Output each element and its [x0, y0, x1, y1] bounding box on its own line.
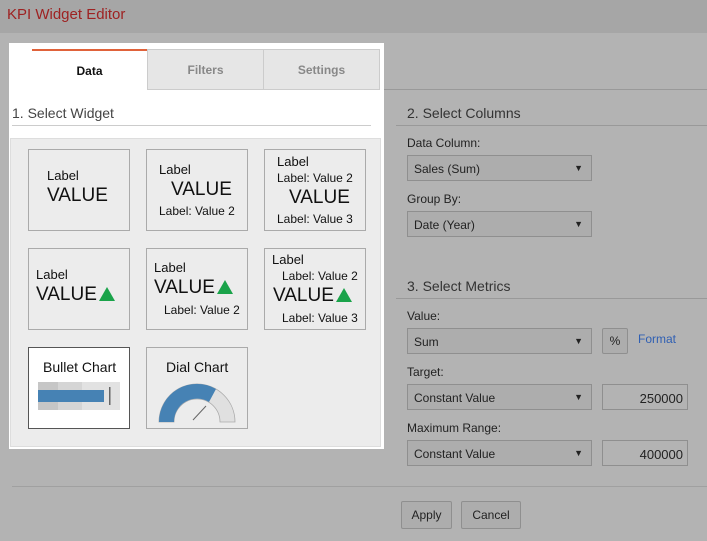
value-select[interactable]: Sum ▼: [407, 328, 592, 354]
tile-sub: Label: Value 2: [277, 171, 353, 185]
widget-tile-value-trend-two-subs[interactable]: Label Label: Value 2 VALUE Label: Value …: [264, 248, 366, 330]
divider: [396, 298, 707, 299]
tab-settings[interactable]: Settings: [263, 49, 380, 90]
apply-button[interactable]: Apply: [401, 501, 452, 529]
tile-sub: Label: Value 2: [282, 269, 358, 283]
dropdown-arrow-icon: ▼: [574, 219, 583, 229]
selected-value: Constant Value: [414, 391, 496, 405]
percent-button[interactable]: %: [602, 328, 628, 354]
data-column-label: Data Column:: [407, 136, 481, 150]
select-metrics-heading: 3. Select Metrics: [407, 278, 511, 294]
max-range-value-input[interactable]: 400000: [602, 440, 688, 466]
select-widget-heading: 1. Select Widget: [12, 105, 114, 121]
tile-label: Label: [154, 260, 186, 275]
cancel-button[interactable]: Cancel: [461, 501, 521, 529]
selected-value: Sales (Sum): [414, 162, 481, 176]
dial-chart-icon: [158, 383, 236, 423]
tile-label: Label: [36, 267, 68, 282]
select-columns-heading: 2. Select Columns: [407, 105, 521, 121]
tile-sub: Label: Value 2: [159, 204, 235, 218]
trend-up-icon: [335, 288, 352, 302]
target-label: Target:: [407, 365, 444, 379]
widget-tile-value-two-subs[interactable]: Label Label: Value 2 VALUE Label: Value …: [264, 149, 366, 231]
trend-up-icon: [98, 287, 115, 301]
dropdown-arrow-icon: ▼: [574, 448, 583, 458]
tile-value: VALUE: [154, 277, 215, 298]
tile-value: VALUE: [273, 285, 334, 306]
footer-divider: [12, 486, 707, 487]
max-range-type-select[interactable]: Constant Value ▼: [407, 440, 592, 466]
selected-value: Constant Value: [414, 447, 496, 461]
divider: [396, 125, 707, 126]
dropdown-arrow-icon: ▼: [574, 336, 583, 346]
tile-value: VALUE: [47, 185, 108, 206]
tile-value: VALUE: [289, 187, 350, 208]
tile-label: Label: [159, 162, 191, 177]
widget-tile-label-value[interactable]: Label VALUE: [28, 149, 130, 231]
tile-label: Label: [272, 252, 304, 267]
selected-value: Sum: [414, 335, 439, 349]
tile-label: Bullet Chart: [43, 359, 117, 375]
tile-label: Label: [277, 154, 309, 169]
bullet-chart-icon: [38, 382, 120, 410]
tab-filters[interactable]: Filters: [147, 49, 264, 90]
dropdown-arrow-icon: ▼: [574, 163, 583, 173]
tile-value: VALUE: [171, 179, 232, 200]
value-label: Value:: [407, 309, 441, 323]
tile-sub: Label: Value 3: [277, 212, 353, 226]
widget-tile-bullet-chart[interactable]: Bullet Chart: [28, 347, 130, 429]
tile-sub: Label: Value 3: [282, 311, 358, 325]
trend-up-icon: [216, 280, 233, 294]
widget-tile-dial-chart[interactable]: Dial Chart: [146, 347, 248, 429]
tile-label: Dial Chart: [166, 359, 229, 375]
tab-data[interactable]: Data: [32, 49, 147, 91]
selected-value: Date (Year): [414, 218, 475, 232]
widget-tile-value-sub[interactable]: Label VALUE Label: Value 2: [146, 149, 248, 231]
group-by-select[interactable]: Date (Year) ▼: [407, 211, 592, 237]
divider: [12, 125, 371, 126]
dropdown-arrow-icon: ▼: [574, 392, 583, 402]
target-type-select[interactable]: Constant Value ▼: [407, 384, 592, 410]
tile-sub: Label: Value 2: [164, 303, 240, 317]
widget-tile-value-trend-sub[interactable]: Label VALUE Label: Value 2: [146, 248, 248, 330]
target-value-input[interactable]: 250000: [602, 384, 688, 410]
tile-label: Label: [47, 168, 79, 183]
widget-tile-value-trend[interactable]: Label VALUE: [28, 248, 130, 330]
title-bar: KPI Widget Editor: [0, 0, 707, 33]
max-range-label: Maximum Range:: [407, 421, 502, 435]
data-column-select[interactable]: Sales (Sum) ▼: [407, 155, 592, 181]
format-link[interactable]: Format: [638, 332, 676, 346]
app-title: KPI Widget Editor: [7, 6, 126, 23]
tile-value: VALUE: [36, 284, 97, 305]
group-by-label: Group By:: [407, 192, 462, 206]
